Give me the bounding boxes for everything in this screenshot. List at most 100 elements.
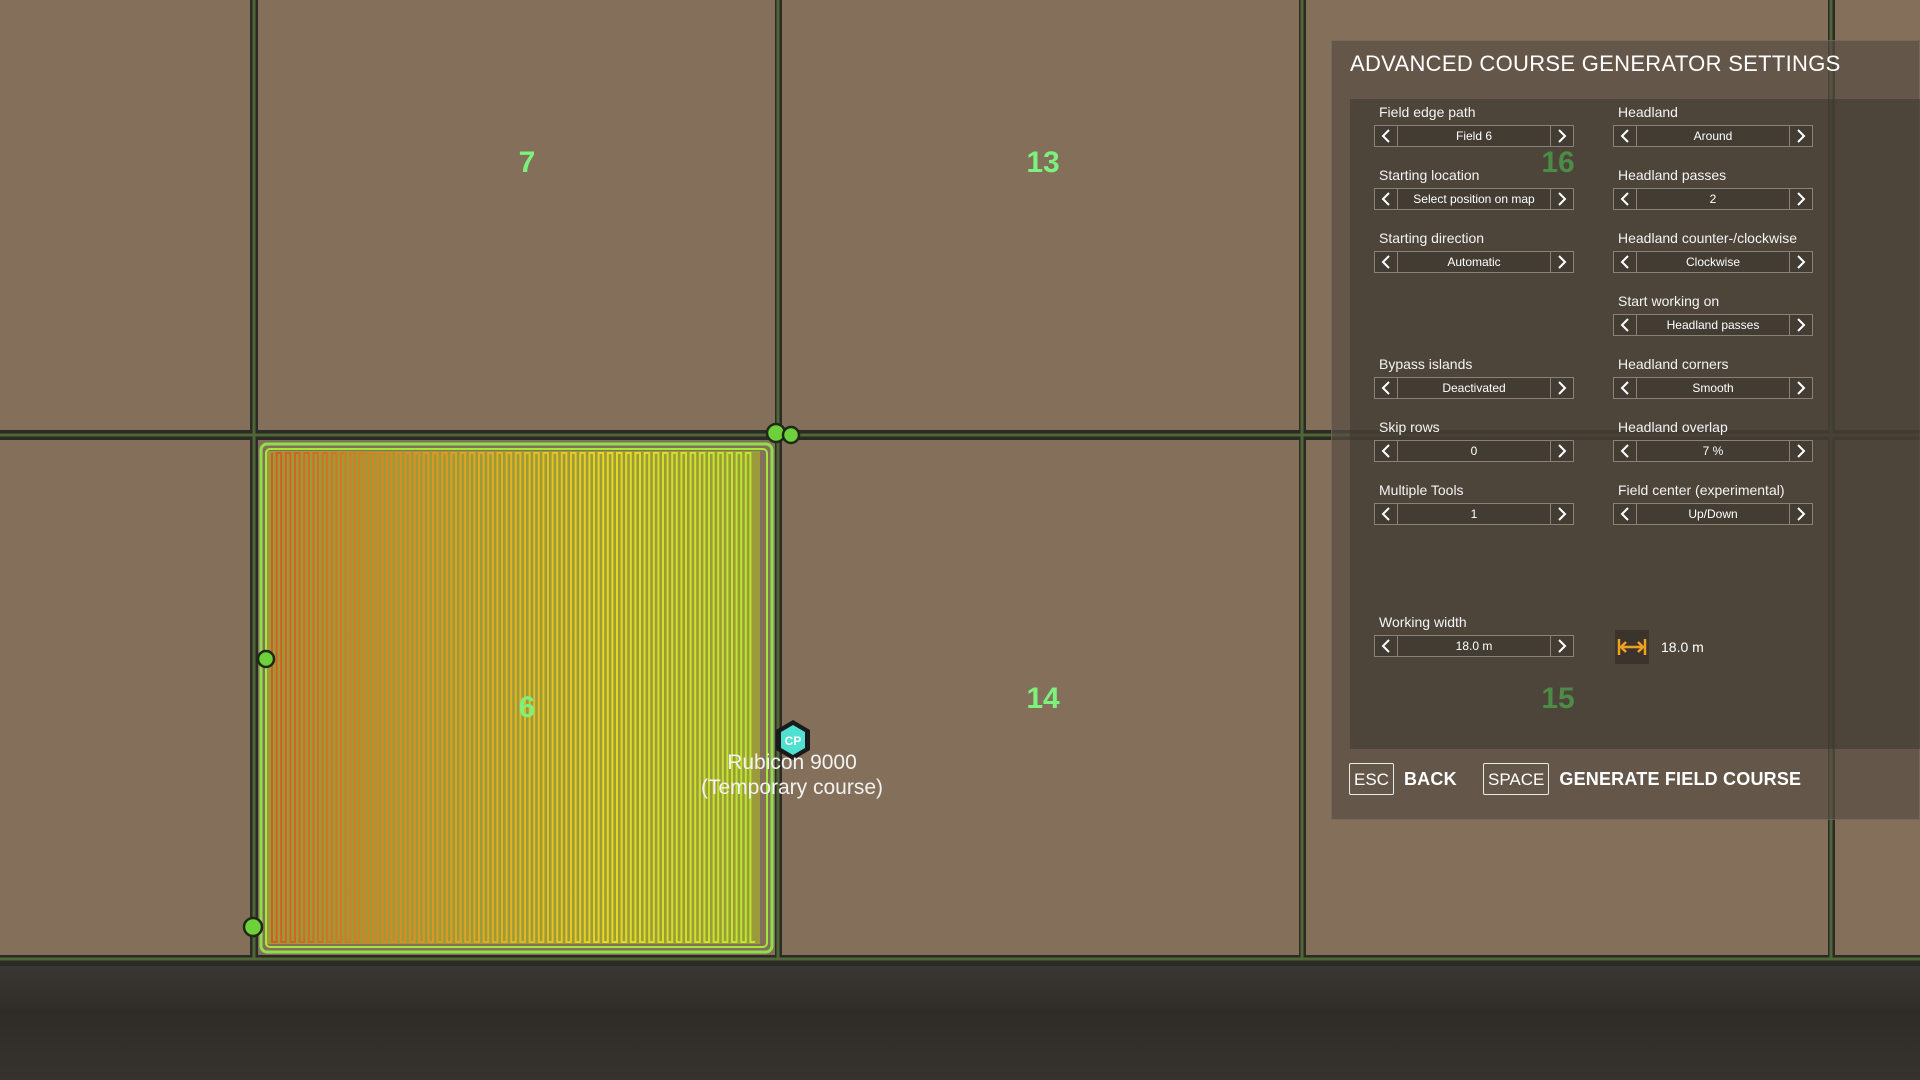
setting-skip-rows: Skip rows 0 (1374, 418, 1574, 462)
field-number-14: 14 (1026, 682, 1060, 715)
chevron-left-icon[interactable] (1375, 252, 1397, 272)
selector-value: 1 (1397, 504, 1551, 524)
chevron-right-icon[interactable] (1790, 441, 1812, 461)
chevron-right-icon[interactable] (1790, 504, 1812, 524)
field-number-13: 13 (1026, 146, 1060, 179)
setting-label: Field edge path (1379, 104, 1476, 120)
setting-label: Starting location (1379, 167, 1480, 183)
chevron-right-icon[interactable] (1551, 252, 1573, 272)
generate-field-course-button[interactable]: SPACE GENERATE FIELD COURSE (1483, 763, 1801, 795)
selector-value: Select position on map (1397, 189, 1551, 209)
setting-headland-passes: Headland passes 2 (1613, 166, 1813, 210)
field-center-selector[interactable]: Up/Down (1613, 503, 1813, 525)
setting-label: Headland overlap (1618, 419, 1728, 435)
skip-rows-selector[interactable]: 0 (1374, 440, 1574, 462)
setting-label: Working width (1379, 614, 1467, 630)
headland-selector[interactable]: Around (1613, 125, 1813, 147)
setting-label: Bypass islands (1379, 356, 1473, 372)
chevron-left-icon[interactable] (1375, 126, 1397, 146)
waypoint-bottom-left[interactable] (241, 915, 265, 939)
vehicle-label: Rubicon 9000 (Temporary course) (701, 750, 883, 800)
chevron-right-icon[interactable] (1551, 378, 1573, 398)
setting-start-working-on: Start working on Headland passes (1613, 292, 1813, 336)
waypoint-left[interactable] (255, 648, 277, 670)
chevron-left-icon[interactable] (1614, 504, 1636, 524)
chevron-right-icon[interactable] (1551, 504, 1573, 524)
chevron-left-icon[interactable] (1614, 189, 1636, 209)
waypoint-start-top[interactable] (764, 420, 804, 448)
chevron-right-icon[interactable] (1790, 126, 1812, 146)
selector-value: Clockwise (1636, 252, 1790, 272)
vehicle-marker-text: CP (785, 734, 802, 748)
selector-value: Around (1636, 126, 1790, 146)
chevron-right-icon[interactable] (1790, 252, 1812, 272)
field-edge-path-selector[interactable]: Field 6 (1374, 125, 1574, 147)
back-label: BACK (1403, 768, 1457, 789)
field-number-15: 15 (1541, 682, 1575, 715)
setting-label: Headland corners (1618, 356, 1729, 372)
width-arrows-icon (1615, 630, 1649, 664)
selector-value: 7 % (1636, 441, 1790, 461)
generate-field-course-label: GENERATE FIELD COURSE (1559, 768, 1802, 789)
setting-label: Headland passes (1618, 167, 1727, 183)
chevron-left-icon[interactable] (1614, 126, 1636, 146)
setting-label: Start working on (1618, 293, 1720, 309)
headland-corners-selector[interactable]: Smooth (1613, 377, 1813, 399)
headland-direction-selector[interactable]: Clockwise (1613, 251, 1813, 273)
working-width-selector[interactable]: 18.0 m (1374, 635, 1574, 657)
chevron-right-icon[interactable] (1790, 315, 1812, 335)
field-number-6: 6 (518, 691, 536, 724)
starting-location-selector[interactable]: Select position on map (1374, 188, 1574, 210)
setting-label: Starting direction (1379, 230, 1485, 246)
selector-value: Headland passes (1636, 315, 1790, 335)
setting-field-center: Field center (experimental) Up/Down (1613, 481, 1813, 525)
setting-starting-location: Starting location Select position on map (1374, 166, 1574, 210)
setting-label: Headland (1618, 104, 1678, 120)
bypass-islands-selector[interactable]: Deactivated (1374, 377, 1574, 399)
vehicle-course-status: (Temporary course) (700, 776, 884, 799)
panel-title: ADVANCED COURSE GENERATOR SETTINGS (1350, 51, 1841, 76)
chevron-right-icon[interactable] (1790, 189, 1812, 209)
chevron-left-icon[interactable] (1614, 315, 1636, 335)
selector-value: Automatic (1397, 252, 1551, 272)
chevron-right-icon[interactable] (1551, 189, 1573, 209)
chevron-left-icon[interactable] (1614, 378, 1636, 398)
setting-headland: Headland Around (1613, 103, 1813, 147)
setting-starting-direction: Starting direction Automatic (1374, 229, 1574, 273)
chevron-right-icon[interactable] (1551, 636, 1573, 656)
chevron-left-icon[interactable] (1614, 441, 1636, 461)
chevron-left-icon[interactable] (1375, 636, 1397, 656)
chevron-left-icon[interactable] (1375, 378, 1397, 398)
setting-headland-direction: Headland counter-/clockwise Clockwise (1613, 229, 1813, 273)
setting-bypass-islands: Bypass islands Deactivated (1374, 355, 1574, 399)
setting-working-width: Working width 18.0 m (1374, 613, 1574, 657)
chevron-left-icon[interactable] (1614, 252, 1636, 272)
working-width-value: 18.0 m (1661, 639, 1704, 655)
headland-passes-selector[interactable]: 2 (1613, 188, 1813, 210)
setting-headland-overlap: Headland overlap 7 % (1613, 418, 1813, 462)
selector-value: Deactivated (1397, 378, 1551, 398)
space-key-hint: SPACE (1483, 763, 1550, 795)
setting-label: Field center (experimental) (1618, 482, 1785, 498)
selector-value: Up/Down (1636, 504, 1790, 524)
chevron-right-icon[interactable] (1551, 441, 1573, 461)
setting-multiple-tools: Multiple Tools 1 (1374, 481, 1574, 525)
starting-direction-selector[interactable]: Automatic (1374, 251, 1574, 273)
chevron-right-icon[interactable] (1551, 126, 1573, 146)
setting-label: Headland counter-/clockwise (1618, 230, 1797, 246)
start-working-on-selector[interactable]: Headland passes (1613, 314, 1813, 336)
setting-label: Skip rows (1379, 419, 1440, 435)
esc-key-hint: ESC (1349, 763, 1394, 795)
setting-field-edge-path: Field edge path Field 6 (1374, 103, 1574, 147)
chevron-left-icon[interactable] (1375, 189, 1397, 209)
setting-headland-corners: Headland corners Smooth (1613, 355, 1813, 399)
back-button[interactable]: ESC BACK (1349, 763, 1457, 795)
chevron-right-icon[interactable] (1790, 378, 1812, 398)
selector-value: 18.0 m (1397, 636, 1551, 656)
headland-overlap-selector[interactable]: 7 % (1613, 440, 1813, 462)
multiple-tools-selector[interactable]: 1 (1374, 503, 1574, 525)
selector-value: Field 6 (1397, 126, 1551, 146)
chevron-left-icon[interactable] (1375, 504, 1397, 524)
selector-value: 2 (1636, 189, 1790, 209)
chevron-left-icon[interactable] (1375, 441, 1397, 461)
